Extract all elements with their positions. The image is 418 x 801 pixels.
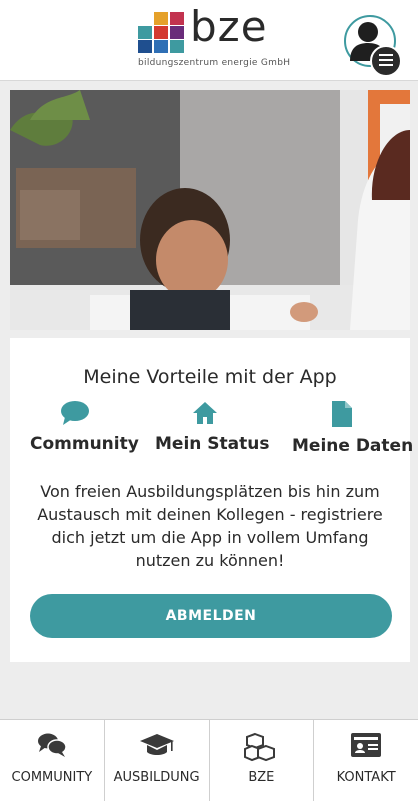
feature-data-label: Meine Daten — [292, 436, 414, 456]
hero-photo-illustration — [10, 90, 410, 330]
hero-photo — [10, 90, 410, 330]
chat-bubble-icon — [61, 401, 89, 425]
document-icon — [332, 401, 352, 427]
chat-bubbles-icon — [37, 733, 67, 757]
feature-community[interactable]: Community — [30, 400, 139, 454]
nav-ausbildung[interactable]: AUSBILDUNG — [105, 720, 210, 801]
nav-community[interactable]: COMMUNITY — [0, 720, 105, 801]
nav-ausbildung-label: AUSBILDUNG — [113, 770, 200, 785]
logo-wordmark: bze — [190, 2, 268, 51]
feature-status-label: Mein Status — [155, 434, 270, 454]
logo-mark — [138, 12, 184, 54]
profile-menu-button[interactable] — [344, 15, 402, 77]
graduation-cap-icon — [139, 734, 174, 755]
benefits-description: Von freien Ausbildungsplätzen bis hin zu… — [37, 482, 383, 570]
benefits-title: Meine Vorteile mit der App — [83, 366, 337, 388]
bze-logo[interactable]: bze bildungszentrum energie GmbH — [138, 2, 290, 70]
contact-card-icon — [351, 733, 382, 757]
feature-status[interactable]: Mein Status — [155, 400, 270, 454]
nav-bze-label: BZE — [248, 770, 275, 785]
cubes-icon — [244, 732, 276, 762]
logo-subtitle: bildungszentrum energie GmbH — [138, 58, 291, 68]
feature-data[interactable]: Meine Daten — [292, 400, 414, 456]
nav-bze[interactable]: BZE — [210, 720, 315, 801]
nav-community-label: COMMUNITY — [11, 770, 93, 785]
feature-community-label: Community — [30, 434, 139, 454]
app-header: bze bildungszentrum energie GmbH — [0, 0, 418, 81]
home-icon — [193, 402, 217, 424]
logout-button[interactable]: ABMELDEN — [30, 594, 392, 638]
nav-kontakt[interactable]: KONTAKT — [314, 720, 418, 801]
benefits-card: Meine Vorteile mit der App Community Mei… — [10, 338, 414, 662]
nav-kontakt-label: KONTAKT — [336, 770, 396, 785]
hamburger-menu-icon[interactable] — [370, 45, 402, 77]
bottom-navigation: COMMUNITY AUSBILDUNG BZE KONTAKT — [0, 719, 418, 801]
